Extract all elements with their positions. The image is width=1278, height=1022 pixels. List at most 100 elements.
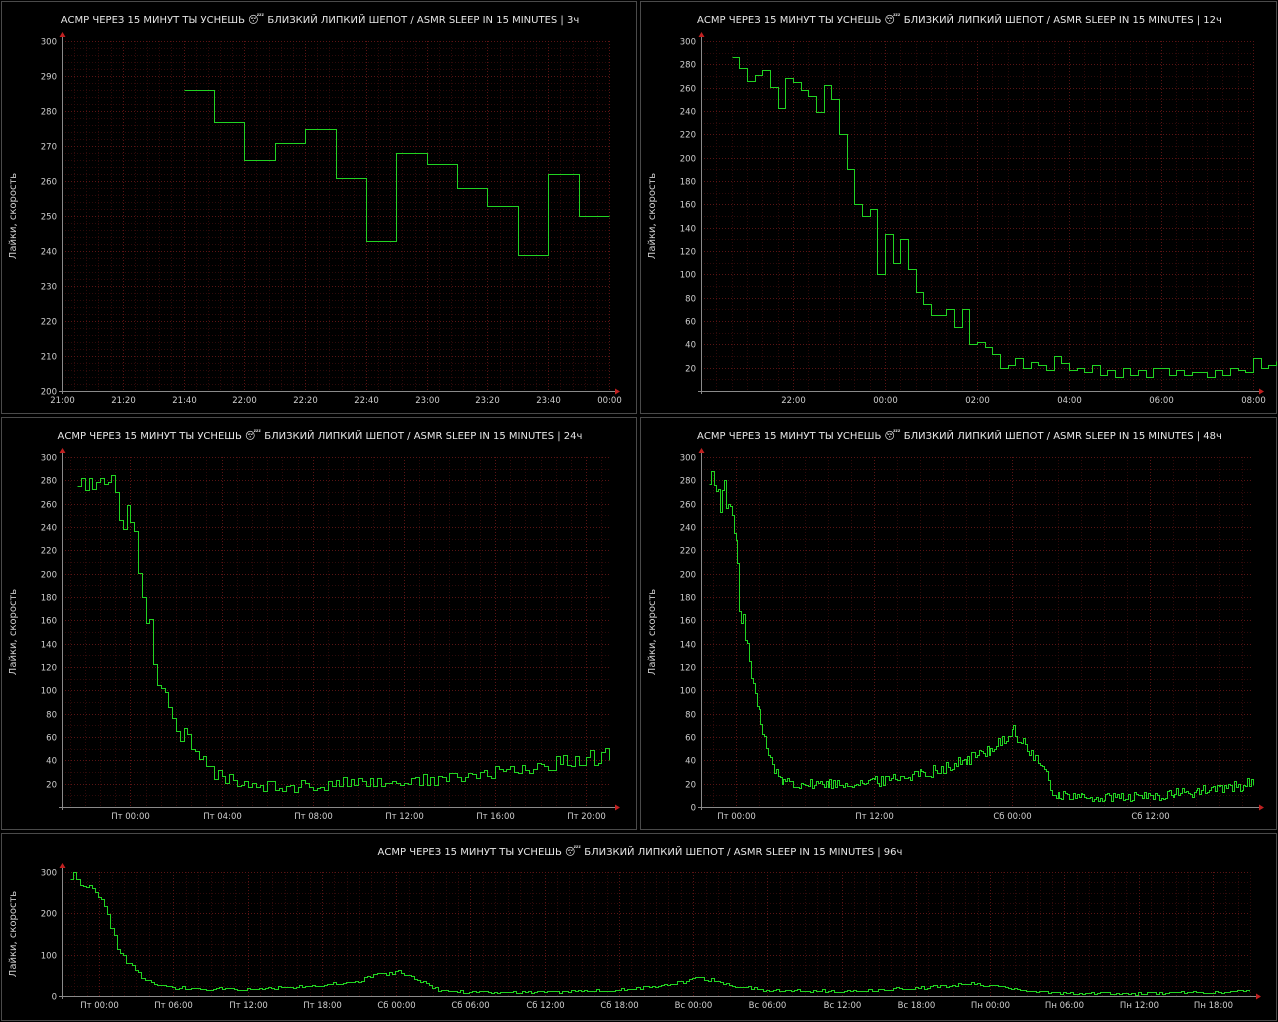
chart-3h: АСМР ЧЕРЕЗ 15 МИНУТ ТЫ УСНЕШЬ 😴 БЛИЗКИЙ … [8,13,622,406]
y-tick-label: 140 [680,225,696,235]
x-tick-label: Вс 00:00 [675,1001,713,1011]
y-axis-arrow [59,863,66,868]
x-tick-label: 22:40 [354,396,379,406]
y-tick-label: 240 [41,524,57,534]
x-tick-label: 08:00 [1241,396,1266,406]
y-axis-label: Лайки, скорость [8,173,19,259]
y-tick-label: 60 [685,734,696,744]
x-axis-arrow [1259,388,1264,395]
x-tick-label: Вс 06:00 [749,1001,787,1011]
y-tick-label: 200 [41,910,57,920]
x-tick-label: Пт 00:00 [111,812,150,822]
grid-major [62,41,610,392]
x-tick-label: Пн 12:00 [1120,1001,1159,1011]
grid-minor [62,872,1251,997]
chart-panel-48h: АСМР ЧЕРЕЗ 15 МИНУТ ТЫ УСНЕШЬ 😴 БЛИЗКИЙ … [640,417,1277,830]
y-tick-label: 280 [680,61,696,71]
y-axis-arrow [59,448,66,453]
x-tick-label: Пт 08:00 [294,812,333,822]
x-tick-label: 23:40 [536,396,561,406]
chart-24h: АСМР ЧЕРЕЗ 15 МИНУТ ТЫ УСНЕШЬ 😴 БЛИЗКИЙ … [8,429,620,822]
y-tick-label: 280 [41,477,57,487]
y-tick-label: 100 [41,687,57,697]
x-tick-label: 00:00 [873,396,898,406]
x-axis-arrow [615,804,620,811]
chart-panel-12h: АСМР ЧЕРЕЗ 15 МИНУТ ТЫ УСНЕШЬ 😴 БЛИЗКИЙ … [640,1,1277,414]
y-tick-label: 40 [685,341,696,351]
y-tick-label: 220 [680,547,696,557]
x-tick-label: Пт 12:00 [229,1001,268,1011]
y-tick-label: 300 [680,454,696,464]
y-axis-label: Лайки, скорость [647,589,658,675]
x-tick-label: Пн 06:00 [1045,1001,1084,1011]
y-tick-label: 80 [685,295,696,305]
y-tick-label: 100 [41,952,57,962]
x-tick-label: 21:00 [50,396,75,406]
y-tick-label: 270 [41,143,57,153]
y-axis-arrow [698,448,705,453]
x-tick-label: 23:00 [415,396,440,406]
x-tick-label: 00:00 [597,396,622,406]
y-tick-label: 230 [41,283,57,293]
chart-panel-24h: АСМР ЧЕРЕЗ 15 МИНУТ ТЫ УСНЕШЬ 😴 БЛИЗКИЙ … [1,417,637,830]
x-tick-label: 22:00 [781,396,806,406]
chart-48h: АСМР ЧЕРЕЗ 15 МИНУТ ТЫ УСНЕШЬ 😴 БЛИЗКИЙ … [647,429,1264,822]
x-tick-label: Вс 12:00 [824,1001,862,1011]
y-tick-label: 300 [41,454,57,464]
x-tick-label: 22:20 [293,396,318,406]
y-tick-label: 200 [41,571,57,581]
y-tick-label: 160 [41,617,57,627]
y-tick-label: 180 [41,594,57,604]
y-axis-label: Лайки, скорость [647,173,658,259]
x-tick-label: Сб 06:00 [451,1001,489,1011]
y-tick-label: 120 [680,664,696,674]
x-axis-arrow [1256,993,1261,1000]
y-tick-label: 0 [691,804,696,814]
chart-title: АСМР ЧЕРЕЗ 15 МИНУТ ТЫ УСНЕШЬ 😴 БЛИЗКИЙ … [378,845,903,858]
y-tick-label: 200 [680,571,696,581]
x-tick-label: Пт 20:00 [567,812,606,822]
y-tick-label: 120 [41,664,57,674]
y-tick-label: 290 [41,73,57,83]
chart-title: АСМР ЧЕРЕЗ 15 МИНУТ ТЫ УСНЕШЬ 😴 БЛИЗКИЙ … [58,429,583,442]
chart-96h: АСМР ЧЕРЕЗ 15 МИНУТ ТЫ УСНЕШЬ 😴 БЛИЗКИЙ … [8,845,1261,1011]
y-tick-label: 300 [680,38,696,48]
y-tick-label: 140 [41,641,57,651]
x-tick-label: Сб 18:00 [600,1001,638,1011]
chart-title: АСМР ЧЕРЕЗ 15 МИНУТ ТЫ УСНЕШЬ 😴 БЛИЗКИЙ … [697,429,1222,442]
x-tick-label: 06:00 [1149,396,1174,406]
x-tick-label: Пт 12:00 [855,812,894,822]
x-tick-label: Пн 18:00 [1194,1001,1233,1011]
y-tick-label: 80 [685,711,696,721]
x-tick-label: 02:00 [965,396,990,406]
x-tick-label: 23:20 [475,396,500,406]
x-tick-label: Пт 04:00 [203,812,242,822]
y-tick-label: 140 [680,641,696,651]
y-tick-label: 220 [680,131,696,141]
y-axis-arrow [698,32,705,37]
y-tick-label: 240 [680,108,696,118]
x-tick-label: Сб 00:00 [993,812,1031,822]
x-tick-label: 22:00 [232,396,257,406]
y-tick-label: 20 [685,365,696,375]
x-axis-arrow [1259,804,1264,811]
y-tick-label: 260 [41,501,57,511]
y-tick-label: 40 [685,757,696,767]
y-tick-label: 60 [46,734,57,744]
x-tick-label: Сб 12:00 [526,1001,564,1011]
x-tick-label: Пт 00:00 [80,1001,119,1011]
x-tick-label: Вс 18:00 [898,1001,936,1011]
chart-panel-96h: АСМР ЧЕРЕЗ 15 МИНУТ ТЫ УСНЕШЬ 😴 БЛИЗКИЙ … [1,833,1277,1021]
y-tick-label: 180 [680,594,696,604]
y-tick-label: 220 [41,547,57,557]
y-tick-label: 40 [46,757,57,767]
y-tick-label: 60 [685,318,696,328]
y-axis-label: Лайки, скорость [8,891,19,977]
y-tick-label: 240 [41,248,57,258]
chart-12h: АСМР ЧЕРЕЗ 15 МИНУТ ТЫ УСНЕШЬ 😴 БЛИЗКИЙ … [647,13,1277,406]
y-tick-label: 200 [680,155,696,165]
series-line [732,57,1277,378]
x-tick-label: 21:20 [111,396,136,406]
grid-minor [701,457,1253,808]
y-tick-label: 20 [46,781,57,791]
